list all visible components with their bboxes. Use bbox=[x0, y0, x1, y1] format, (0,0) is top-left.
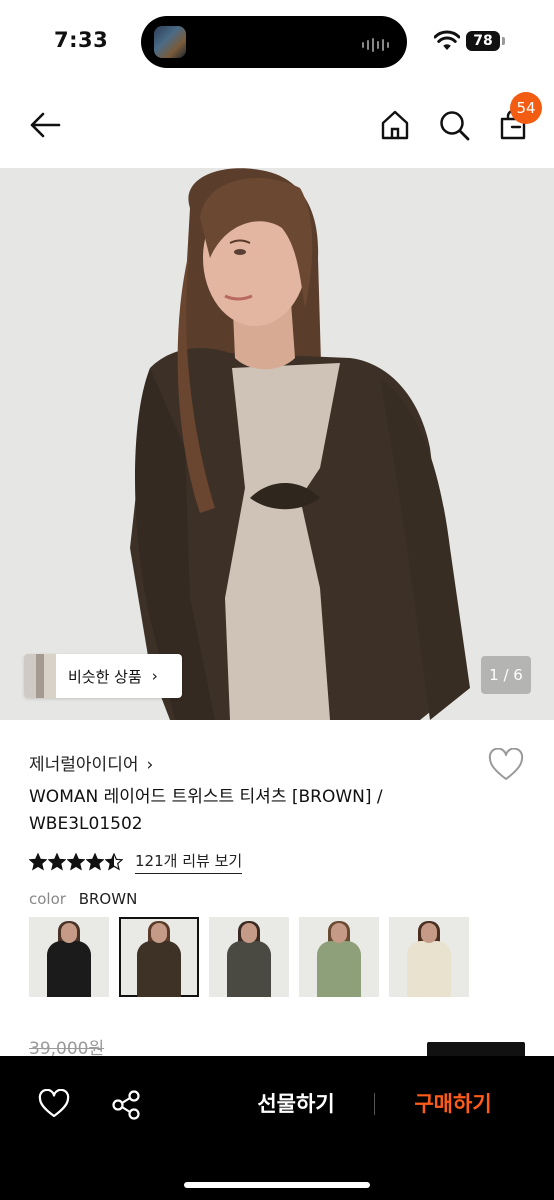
review-link[interactable]: 121개 리뷰 보기 bbox=[135, 850, 243, 874]
star-half-icon bbox=[105, 853, 123, 871]
star-full-icon bbox=[86, 853, 104, 871]
product-photo bbox=[0, 168, 554, 720]
color-row: color BROWN bbox=[29, 890, 137, 908]
back-arrow-icon[interactable] bbox=[28, 108, 62, 142]
product-image-carousel[interactable]: 비슷한 상품 › 1 / 6 bbox=[0, 168, 554, 720]
similar-products-thumbnail bbox=[24, 654, 56, 698]
swatch-garment bbox=[317, 941, 361, 997]
home-icon[interactable] bbox=[378, 108, 412, 142]
status-bar: 7:33 78 bbox=[0, 0, 554, 80]
product-title: WOMAN 레이어드 트위스트 티셔츠 [BROWN] / WBE3L01502 bbox=[29, 787, 383, 834]
swatch-model-head bbox=[421, 923, 437, 943]
cart-count-badge: 54 bbox=[510, 92, 542, 124]
buy-button[interactable]: 구매하기 bbox=[388, 1086, 518, 1122]
swatch-model-head bbox=[61, 923, 77, 943]
color-label: color bbox=[29, 890, 66, 908]
color-swatch[interactable] bbox=[119, 917, 199, 997]
color-swatches bbox=[29, 917, 469, 997]
chevron-right-icon: › bbox=[146, 755, 154, 775]
similar-products-button[interactable]: 비슷한 상품 › bbox=[24, 654, 182, 698]
swatch-garment bbox=[227, 941, 271, 997]
brand-name: 제너럴아이디어 bbox=[29, 755, 139, 775]
swatch-garment bbox=[407, 941, 451, 997]
rating-row: 121개 리뷰 보기 bbox=[29, 850, 243, 874]
color-value: BROWN bbox=[78, 890, 138, 908]
battery-level: 78 bbox=[466, 31, 500, 51]
similar-products-label: 비슷한 상품 bbox=[68, 667, 142, 686]
star-full-icon bbox=[67, 853, 85, 871]
swatch-model-head bbox=[151, 923, 167, 943]
swatch-garment bbox=[47, 941, 91, 997]
bottom-action-bar: 선물하기 구매하기 bbox=[0, 1056, 554, 1200]
swatch-model-head bbox=[241, 923, 257, 943]
star-full-icon bbox=[29, 853, 47, 871]
color-swatch[interactable] bbox=[299, 917, 379, 997]
color-swatch[interactable] bbox=[389, 917, 469, 997]
swatch-model-head bbox=[331, 923, 347, 943]
color-swatch[interactable] bbox=[209, 917, 289, 997]
bottom-divider bbox=[374, 1093, 375, 1115]
home-indicator bbox=[184, 1182, 370, 1188]
battery-tip bbox=[502, 37, 505, 45]
wifi-icon bbox=[434, 30, 460, 50]
status-time: 7:33 bbox=[54, 28, 109, 52]
chevron-right-icon: › bbox=[151, 667, 158, 685]
wishlist-heart-icon[interactable] bbox=[488, 748, 524, 782]
brand-link[interactable]: 제너럴아이디어 › bbox=[29, 750, 153, 775]
audio-wave-icon bbox=[362, 38, 389, 52]
star-full-icon bbox=[48, 853, 66, 871]
search-icon[interactable] bbox=[437, 108, 471, 142]
share-icon[interactable] bbox=[110, 1089, 142, 1121]
heart-icon[interactable] bbox=[38, 1089, 70, 1119]
rating-stars bbox=[29, 853, 123, 871]
dynamic-island bbox=[141, 16, 407, 68]
image-page-indicator: 1 / 6 bbox=[481, 656, 531, 694]
now-playing-thumbnail bbox=[154, 26, 186, 58]
color-swatch[interactable] bbox=[29, 917, 109, 997]
swatch-garment bbox=[137, 941, 181, 997]
gift-button[interactable]: 선물하기 bbox=[228, 1086, 364, 1122]
top-nav bbox=[0, 90, 554, 160]
